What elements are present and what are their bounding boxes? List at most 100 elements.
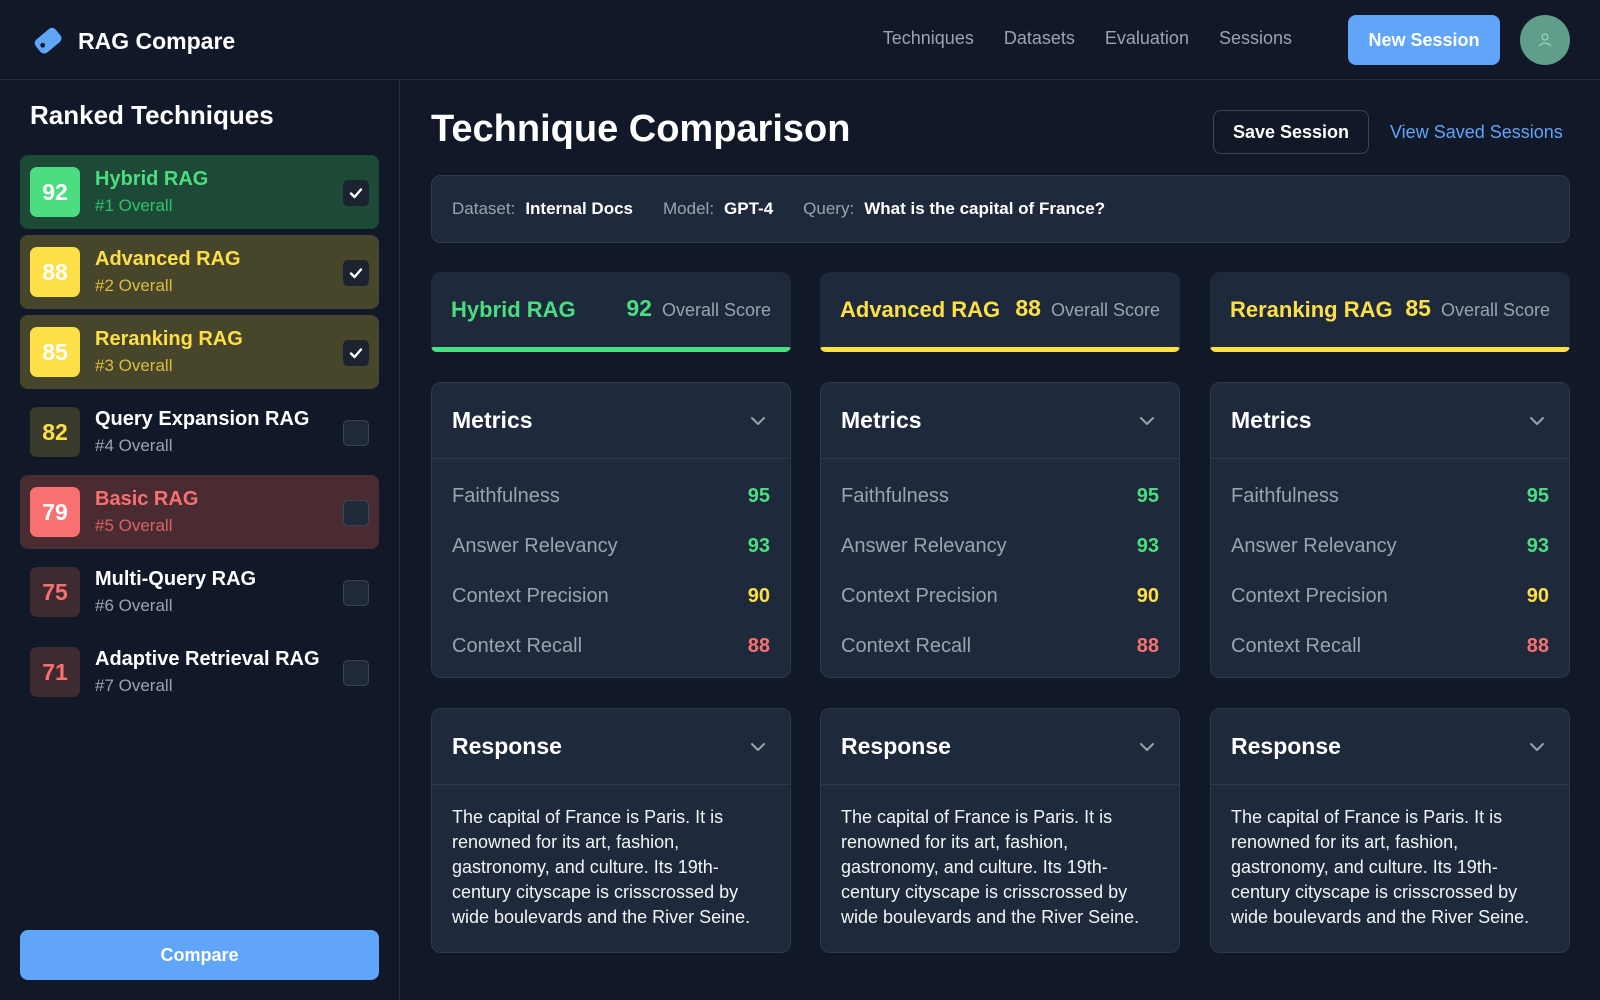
score-accent-bar	[1210, 347, 1570, 352]
query-value: What is the capital of France?	[864, 199, 1106, 218]
response-panel-header[interactable]: Response	[1211, 709, 1569, 785]
metric-name: Faithfulness	[452, 484, 560, 507]
chevron-down-icon[interactable]	[1137, 411, 1157, 431]
response-title: Response	[1231, 733, 1341, 759]
select-checkbox[interactable]	[343, 180, 369, 206]
metric-name: Context Precision	[841, 584, 998, 607]
response-panel-header[interactable]: Response	[432, 709, 790, 785]
chevron-down-icon[interactable]	[1527, 737, 1547, 757]
new-session-button[interactable]: New Session	[1348, 15, 1500, 65]
rank-item-advanced-rag[interactable]: 88 Advanced RAG #2 Overall	[20, 235, 379, 309]
technique-rank: #6 Overall	[95, 596, 173, 615]
rank-item-reranking-rag[interactable]: 85 Reranking RAG #3 Overall	[20, 315, 379, 389]
metric-row: Context Recall 88	[1231, 621, 1549, 671]
metric-row: Answer Relevancy 93	[452, 521, 770, 571]
select-checkbox[interactable]	[343, 500, 369, 526]
metric-row: Context Precision 90	[1231, 571, 1549, 621]
metric-row: Faithfulness 95	[841, 471, 1159, 521]
avatar[interactable]	[1520, 15, 1570, 65]
metrics-title: Metrics	[452, 407, 533, 433]
select-checkbox[interactable]	[343, 660, 369, 686]
technique-name: Multi-Query RAG	[95, 568, 257, 590]
metric-row: Context Recall 88	[841, 621, 1159, 671]
comparison-column-advanced-rag: Advanced RAG 88 Overall Score Metrics Fa…	[820, 272, 1180, 953]
chevron-down-icon[interactable]	[1137, 737, 1157, 757]
score-accent-bar	[820, 347, 1180, 352]
sidebar-title: Ranked Techniques	[30, 100, 274, 130]
metrics-panel-header[interactable]: Metrics	[1211, 383, 1569, 459]
response-text: The capital of France is Paris. It is re…	[841, 807, 1140, 927]
metric-value: 93	[1136, 534, 1159, 557]
metric-name: Context Recall	[452, 634, 583, 657]
rank-item-query-expansion-rag[interactable]: 82 Query Expansion RAG #4 Overall	[20, 395, 379, 469]
score-badge: 88	[30, 247, 80, 297]
metrics-panel-header[interactable]: Metrics	[821, 383, 1179, 459]
overall-score: 85	[1405, 295, 1431, 321]
compare-button[interactable]: Compare	[20, 930, 379, 980]
brand[interactable]: RAG Compare	[30, 24, 235, 58]
score-badge: 79	[30, 487, 80, 537]
check-icon	[349, 348, 363, 359]
select-checkbox[interactable]	[343, 420, 369, 446]
response-title: Response	[841, 733, 951, 759]
technique-name: Query Expansion RAG	[95, 408, 310, 430]
response-panel: Response The capital of France is Paris.…	[1210, 708, 1570, 953]
response-text: The capital of France is Paris. It is re…	[1231, 807, 1530, 927]
view-saved-sessions-link[interactable]: View Saved Sessions	[1390, 122, 1563, 143]
score-accent-bar	[431, 347, 791, 352]
metric-name: Context Precision	[1231, 584, 1388, 607]
chevron-down-icon[interactable]	[1527, 411, 1547, 431]
nav-techniques[interactable]: Techniques	[883, 28, 974, 49]
check-icon	[349, 188, 363, 199]
response-panel-header[interactable]: Response	[821, 709, 1179, 785]
metrics-title: Metrics	[1231, 407, 1312, 433]
app-title: RAG Compare	[78, 27, 236, 54]
technique-name: Advanced RAG	[95, 248, 241, 270]
metric-value: 93	[747, 534, 770, 557]
main-nav: Techniques Datasets Evaluation Sessions	[853, 28, 1292, 49]
check-icon	[349, 268, 363, 279]
rank-item-hybrid-rag[interactable]: 92 Hybrid RAG #1 Overall	[20, 155, 379, 229]
score-card-title: Hybrid RAG	[451, 297, 576, 322]
metric-value: 90	[747, 584, 770, 607]
metric-value: 95	[1526, 484, 1549, 507]
metric-row: Answer Relevancy 93	[1231, 521, 1549, 571]
tag-icon	[34, 27, 62, 54]
chevron-down-icon[interactable]	[748, 737, 768, 757]
metrics-panel: Metrics Faithfulness 95 Answer Relevancy…	[820, 382, 1180, 678]
save-session-button[interactable]: Save Session	[1213, 110, 1369, 154]
metric-name: Faithfulness	[1231, 484, 1339, 507]
metric-value: 95	[747, 484, 770, 507]
select-checkbox[interactable]	[343, 580, 369, 606]
select-checkbox[interactable]	[343, 260, 369, 286]
ranked-technique-list: 92 Hybrid RAG #1 Overall 88 Advanced RAG…	[20, 155, 379, 715]
technique-name: Reranking RAG	[95, 328, 243, 350]
metric-row: Context Recall 88	[452, 621, 770, 671]
technique-name: Adaptive Retrieval RAG	[95, 648, 320, 670]
query-info-bar: Dataset: Internal Docs Model: GPT-4 Quer…	[431, 175, 1570, 243]
chevron-down-icon[interactable]	[748, 411, 768, 431]
metric-row: Faithfulness 95	[1231, 471, 1549, 521]
rank-item-basic-rag[interactable]: 79 Basic RAG #5 Overall	[20, 475, 379, 549]
query-label: Query:	[803, 199, 855, 218]
metric-name: Answer Relevancy	[1231, 534, 1397, 557]
metrics-title: Metrics	[841, 407, 922, 433]
comparison-column-hybrid-rag: Hybrid RAG 92 Overall Score Metrics Fait…	[431, 272, 791, 953]
sidebar: Ranked Techniques 92 Hybrid RAG #1 Overa…	[0, 80, 400, 1000]
metric-value: 90	[1526, 584, 1549, 607]
rank-item-multi-query-rag[interactable]: 75 Multi-Query RAG #6 Overall	[20, 555, 379, 629]
nav-datasets[interactable]: Datasets	[1004, 28, 1075, 49]
top-bar: RAG Compare Techniques Datasets Evaluati…	[0, 0, 1600, 80]
metric-name: Context Recall	[841, 634, 972, 657]
metric-value: 88	[1526, 634, 1549, 657]
metrics-panel-header[interactable]: Metrics	[432, 383, 790, 459]
overall-score: 88	[1015, 295, 1041, 321]
score-card-title: Reranking RAG	[1230, 297, 1393, 322]
nav-evaluation[interactable]: Evaluation	[1105, 28, 1189, 49]
nav-sessions[interactable]: Sessions	[1219, 28, 1292, 49]
technique-rank: #1 Overall	[95, 196, 173, 215]
rank-item-adaptive-retrieval-rag[interactable]: 71 Adaptive Retrieval RAG #7 Overall	[20, 635, 379, 709]
model-value: GPT-4	[724, 199, 774, 218]
select-checkbox[interactable]	[343, 340, 369, 366]
metric-value: 88	[1136, 634, 1159, 657]
